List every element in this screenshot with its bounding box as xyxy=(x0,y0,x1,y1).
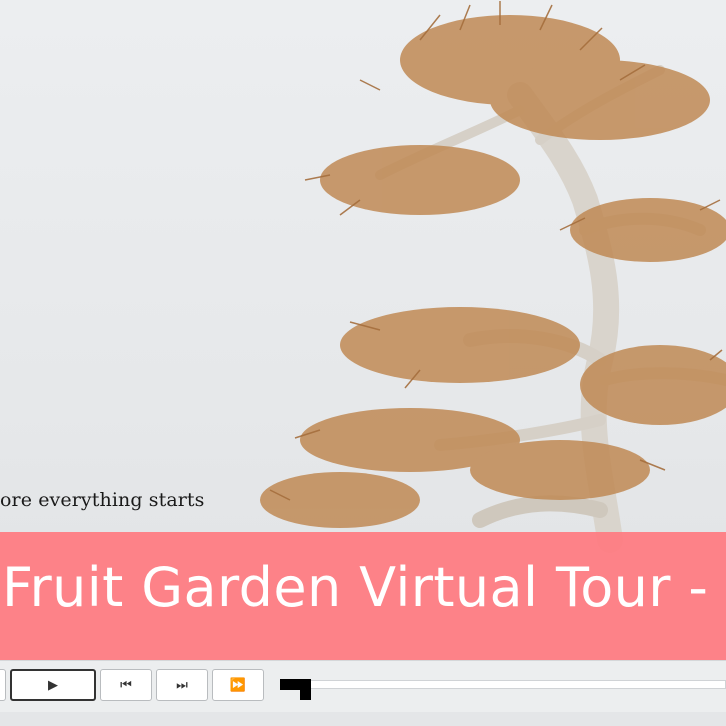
slide-caption: ore everything starts xyxy=(0,489,205,511)
next-button[interactable]: ⏭ xyxy=(156,669,208,701)
fast-forward-button[interactable]: ⏩ xyxy=(212,669,264,701)
previous-button[interactable]: ⏮ xyxy=(100,669,152,701)
play-button[interactable]: ▶ xyxy=(10,669,96,701)
fast-forward-icon: ⏩ xyxy=(229,677,247,693)
slide-title: Fruit Garden Virtual Tour - xyxy=(2,556,709,619)
left-edge-button[interactable] xyxy=(0,669,6,701)
player-control-bar: ▶ ⏮ ⏭ ⏩ xyxy=(0,660,726,713)
progress-handle[interactable] xyxy=(300,689,311,700)
title-banner: Fruit Garden Virtual Tour - xyxy=(0,532,726,660)
play-icon: ▶ xyxy=(48,677,58,693)
skip-forward-icon: ⏭ xyxy=(176,677,188,693)
progress-track[interactable] xyxy=(280,680,726,689)
skip-back-icon: ⏮ xyxy=(120,677,132,693)
bottom-strip xyxy=(0,712,726,726)
